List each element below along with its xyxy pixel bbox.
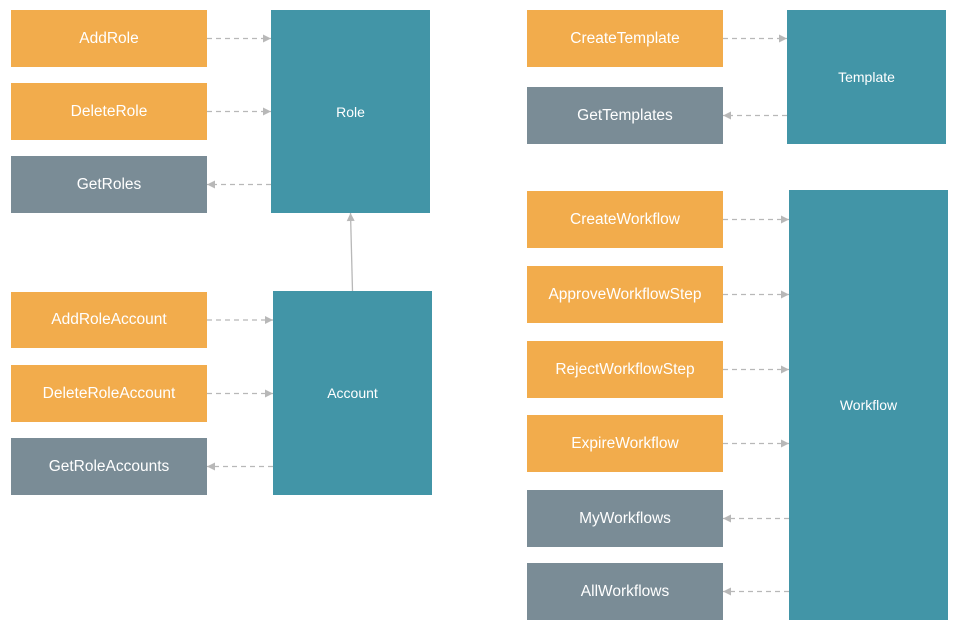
- expire-workflow-node[interactable]: ExpireWorkflow: [527, 415, 723, 472]
- create-template-node[interactable]: CreateTemplate: [527, 10, 723, 67]
- workflow-entity[interactable]: Workflow: [789, 190, 948, 620]
- arrow-account-to-role: [346, 212, 355, 292]
- create-workflow-node[interactable]: CreateWorkflow: [527, 191, 723, 248]
- get-roles-node[interactable]: GetRoles: [11, 156, 207, 213]
- all-workflows-node[interactable]: AllWorkflows: [527, 563, 723, 620]
- approve-workflow-step-node[interactable]: ApproveWorkflowStep: [527, 266, 723, 323]
- delete-role-account-node[interactable]: DeleteRoleAccount: [11, 365, 207, 422]
- add-role-account-node[interactable]: AddRoleAccount: [11, 292, 207, 348]
- account-entity[interactable]: Account: [273, 291, 432, 495]
- get-role-accounts-node[interactable]: GetRoleAccounts: [11, 438, 207, 495]
- my-workflows-node[interactable]: MyWorkflows: [527, 490, 723, 547]
- template-entity[interactable]: Template: [787, 10, 946, 144]
- add-role-node[interactable]: AddRole: [11, 10, 207, 67]
- reject-workflow-step-node[interactable]: RejectWorkflowStep: [527, 341, 723, 398]
- delete-role-node[interactable]: DeleteRole: [11, 83, 207, 140]
- get-templates-node[interactable]: GetTemplates: [527, 87, 723, 144]
- role-entity[interactable]: Role: [271, 10, 430, 213]
